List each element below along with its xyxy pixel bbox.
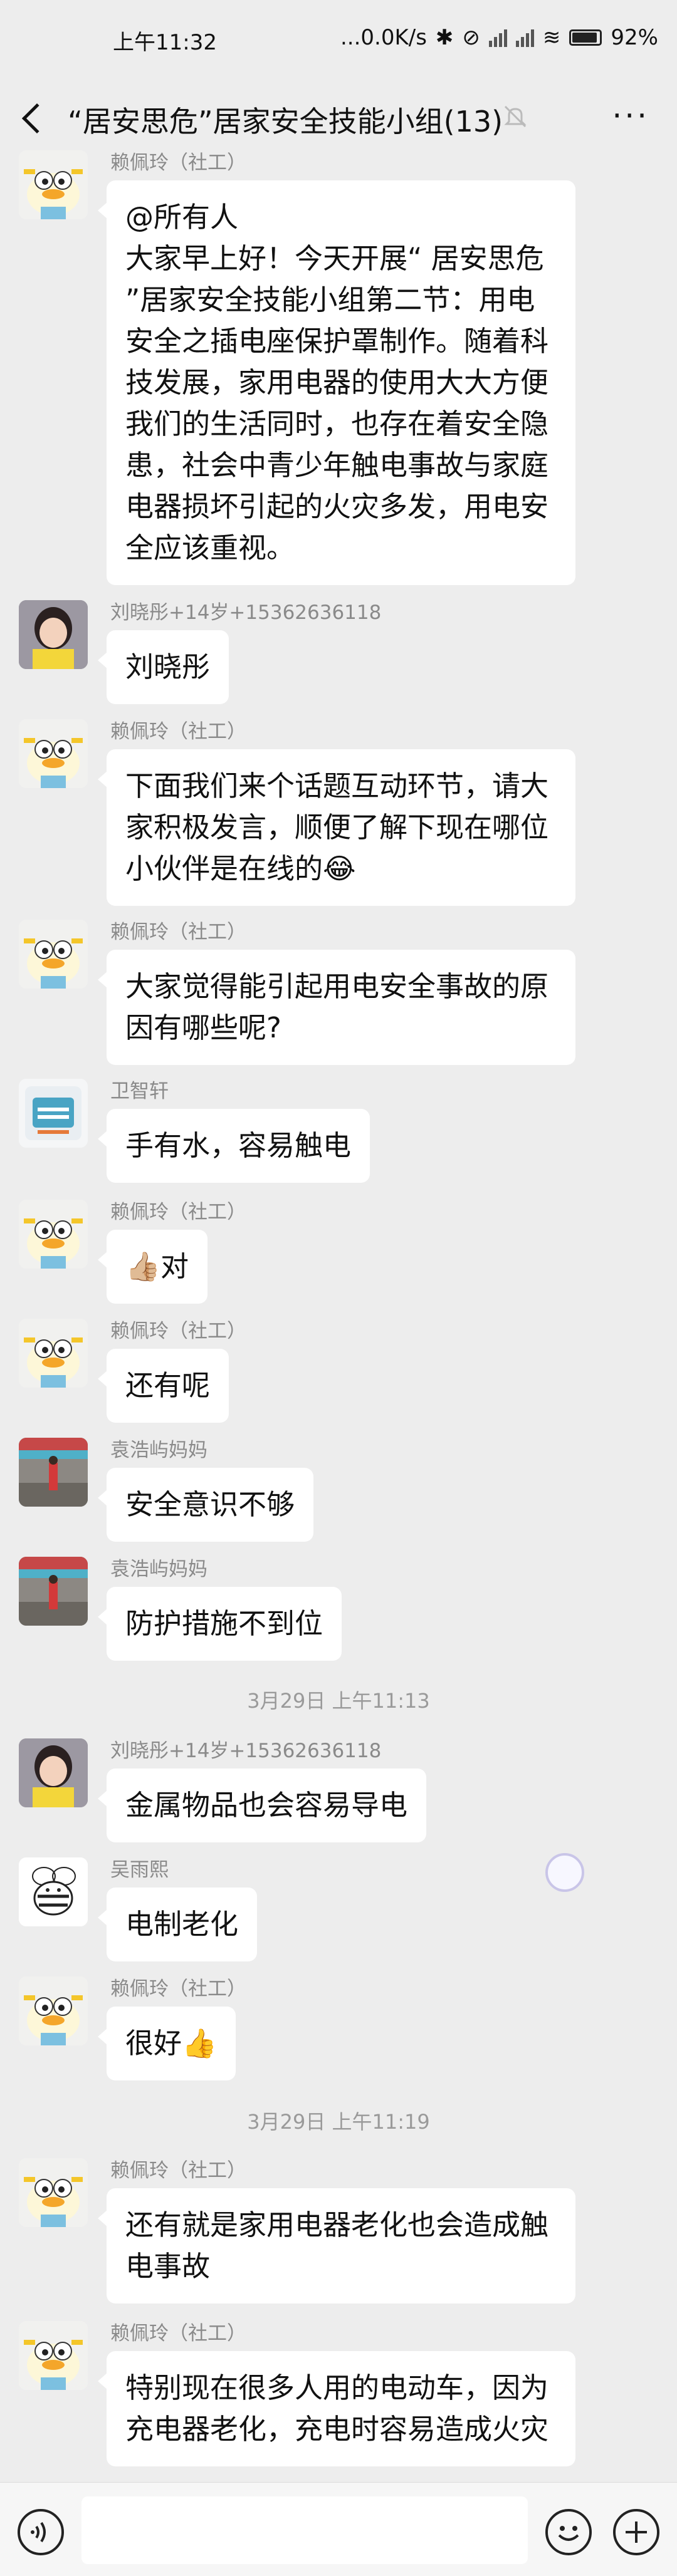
sender-name: 吴雨熙 [110,1859,169,1881]
sender-name: 赖佩玲（社工） [110,720,246,743]
sender-name: 袁浩屿妈妈 [110,1558,207,1581]
sender-name: 袁浩屿妈妈 [110,1439,207,1462]
emoji-icon[interactable] [545,2509,592,2555]
message-bubble[interactable]: 下面我们来个话题互动环节，请大家积极发言，顺便了解下现在哪位小伙伴是在线的😂 [98,749,575,906]
girl-avatar[interactable] [19,600,88,669]
sender-name: 赖佩玲（社工） [110,152,246,174]
sender-name: 卫智轩 [110,1080,169,1103]
duck-avatar[interactable] [19,1200,88,1269]
street-avatar[interactable] [19,1438,88,1507]
duck-avatar[interactable] [19,2158,88,2227]
status-right: ...0.0K/s ✱ ⊘ ≋ 92% [340,25,658,50]
duck-avatar[interactable] [19,1976,88,2045]
duck-avatar[interactable] [19,2321,88,2390]
message-bubble[interactable]: 特别现在很多人用的电动车，因为充电器老化，充电时容易造成火灾 [98,2351,575,2466]
timestamp: 3月29日 上午11:13 [247,1689,430,1713]
duck-avatar[interactable] [19,150,88,219]
status-bar: 上午11:32 ...0.0K/s ✱ ⊘ ≋ 92% [0,0,677,75]
timestamp: 3月29日 上午11:19 [247,2110,430,2134]
duck-avatar[interactable] [19,719,88,788]
sender-name: 赖佩玲（社工） [110,1978,246,2000]
battery-icon [569,29,602,46]
message-bubble[interactable]: 刘晓彤 [97,630,229,704]
sender-name: 刘晓彤+14岁+15362636118 [110,601,382,624]
message-bubble[interactable]: @所有人 大家早上好！今天开展“ 居安思危 ”居家安全技能小组第二节：用电安全之… [98,180,575,585]
battery-percent: 92% [611,25,658,50]
message-bubble[interactable]: 👍🏼对 [97,1230,208,1304]
status-time: 上午11:32 [113,30,217,55]
back-arrow-icon[interactable] [21,103,53,134]
signal-icon-2 [515,28,534,47]
plus-icon[interactable] [613,2509,659,2555]
voice-input-icon[interactable] [18,2509,64,2555]
chat-title: “居安思危”居家安全技能小组(13) [68,105,503,138]
more-options-icon[interactable]: ··· [612,98,649,134]
input-bar [0,2482,677,2576]
sender-name: 赖佩玲（社工） [110,1320,246,1343]
message-input[interactable] [81,2496,528,2564]
message-bubble[interactable]: 安全意识不够 [97,1468,314,1542]
message-bubble[interactable]: 很好👍 [97,2007,236,2080]
bee-avatar[interactable] [19,1857,88,1926]
girl-avatar[interactable] [19,1738,88,1807]
floating-assist-button[interactable] [545,1853,584,1892]
mute-bell-icon [504,105,527,128]
network-speed: ...0.0K/s [340,25,427,50]
duck-avatar[interactable] [19,1319,88,1388]
message-bubble[interactable]: 防护措施不到位 [97,1587,342,1661]
sender-name: 赖佩玲（社工） [110,2159,246,2182]
alarm-off-icon: ⊘ [462,25,480,50]
message-bubble[interactable]: 还有就是家用电器老化也会造成触电事故 [98,2188,575,2303]
book-avatar[interactable] [19,1079,88,1148]
sender-name: 刘晓彤+14岁+15362636118 [110,1740,382,1762]
sender-name: 赖佩玲（社工） [110,2322,246,2345]
duck-avatar[interactable] [19,920,88,989]
message-bubble[interactable]: 电制老化 [97,1888,258,1961]
chat-header: “居安思危”居家安全技能小组(13) ··· [0,75,677,169]
message-bubble[interactable]: 还有呢 [97,1349,229,1423]
signal-icon [488,28,507,47]
sender-name: 赖佩玲（社工） [110,1201,246,1223]
sender-name: 赖佩玲（社工） [110,921,246,943]
street-avatar[interactable] [19,1557,88,1626]
message-bubble[interactable]: 大家觉得能引起用电安全事故的原因有哪些呢? [98,950,575,1065]
bluetooth-icon: ✱ [435,25,454,50]
wifi-icon: ≋ [542,25,561,50]
message-bubble[interactable]: 金属物品也会容易导电 [97,1768,427,1842]
message-bubble[interactable]: 手有水，容易触电 [97,1109,370,1183]
